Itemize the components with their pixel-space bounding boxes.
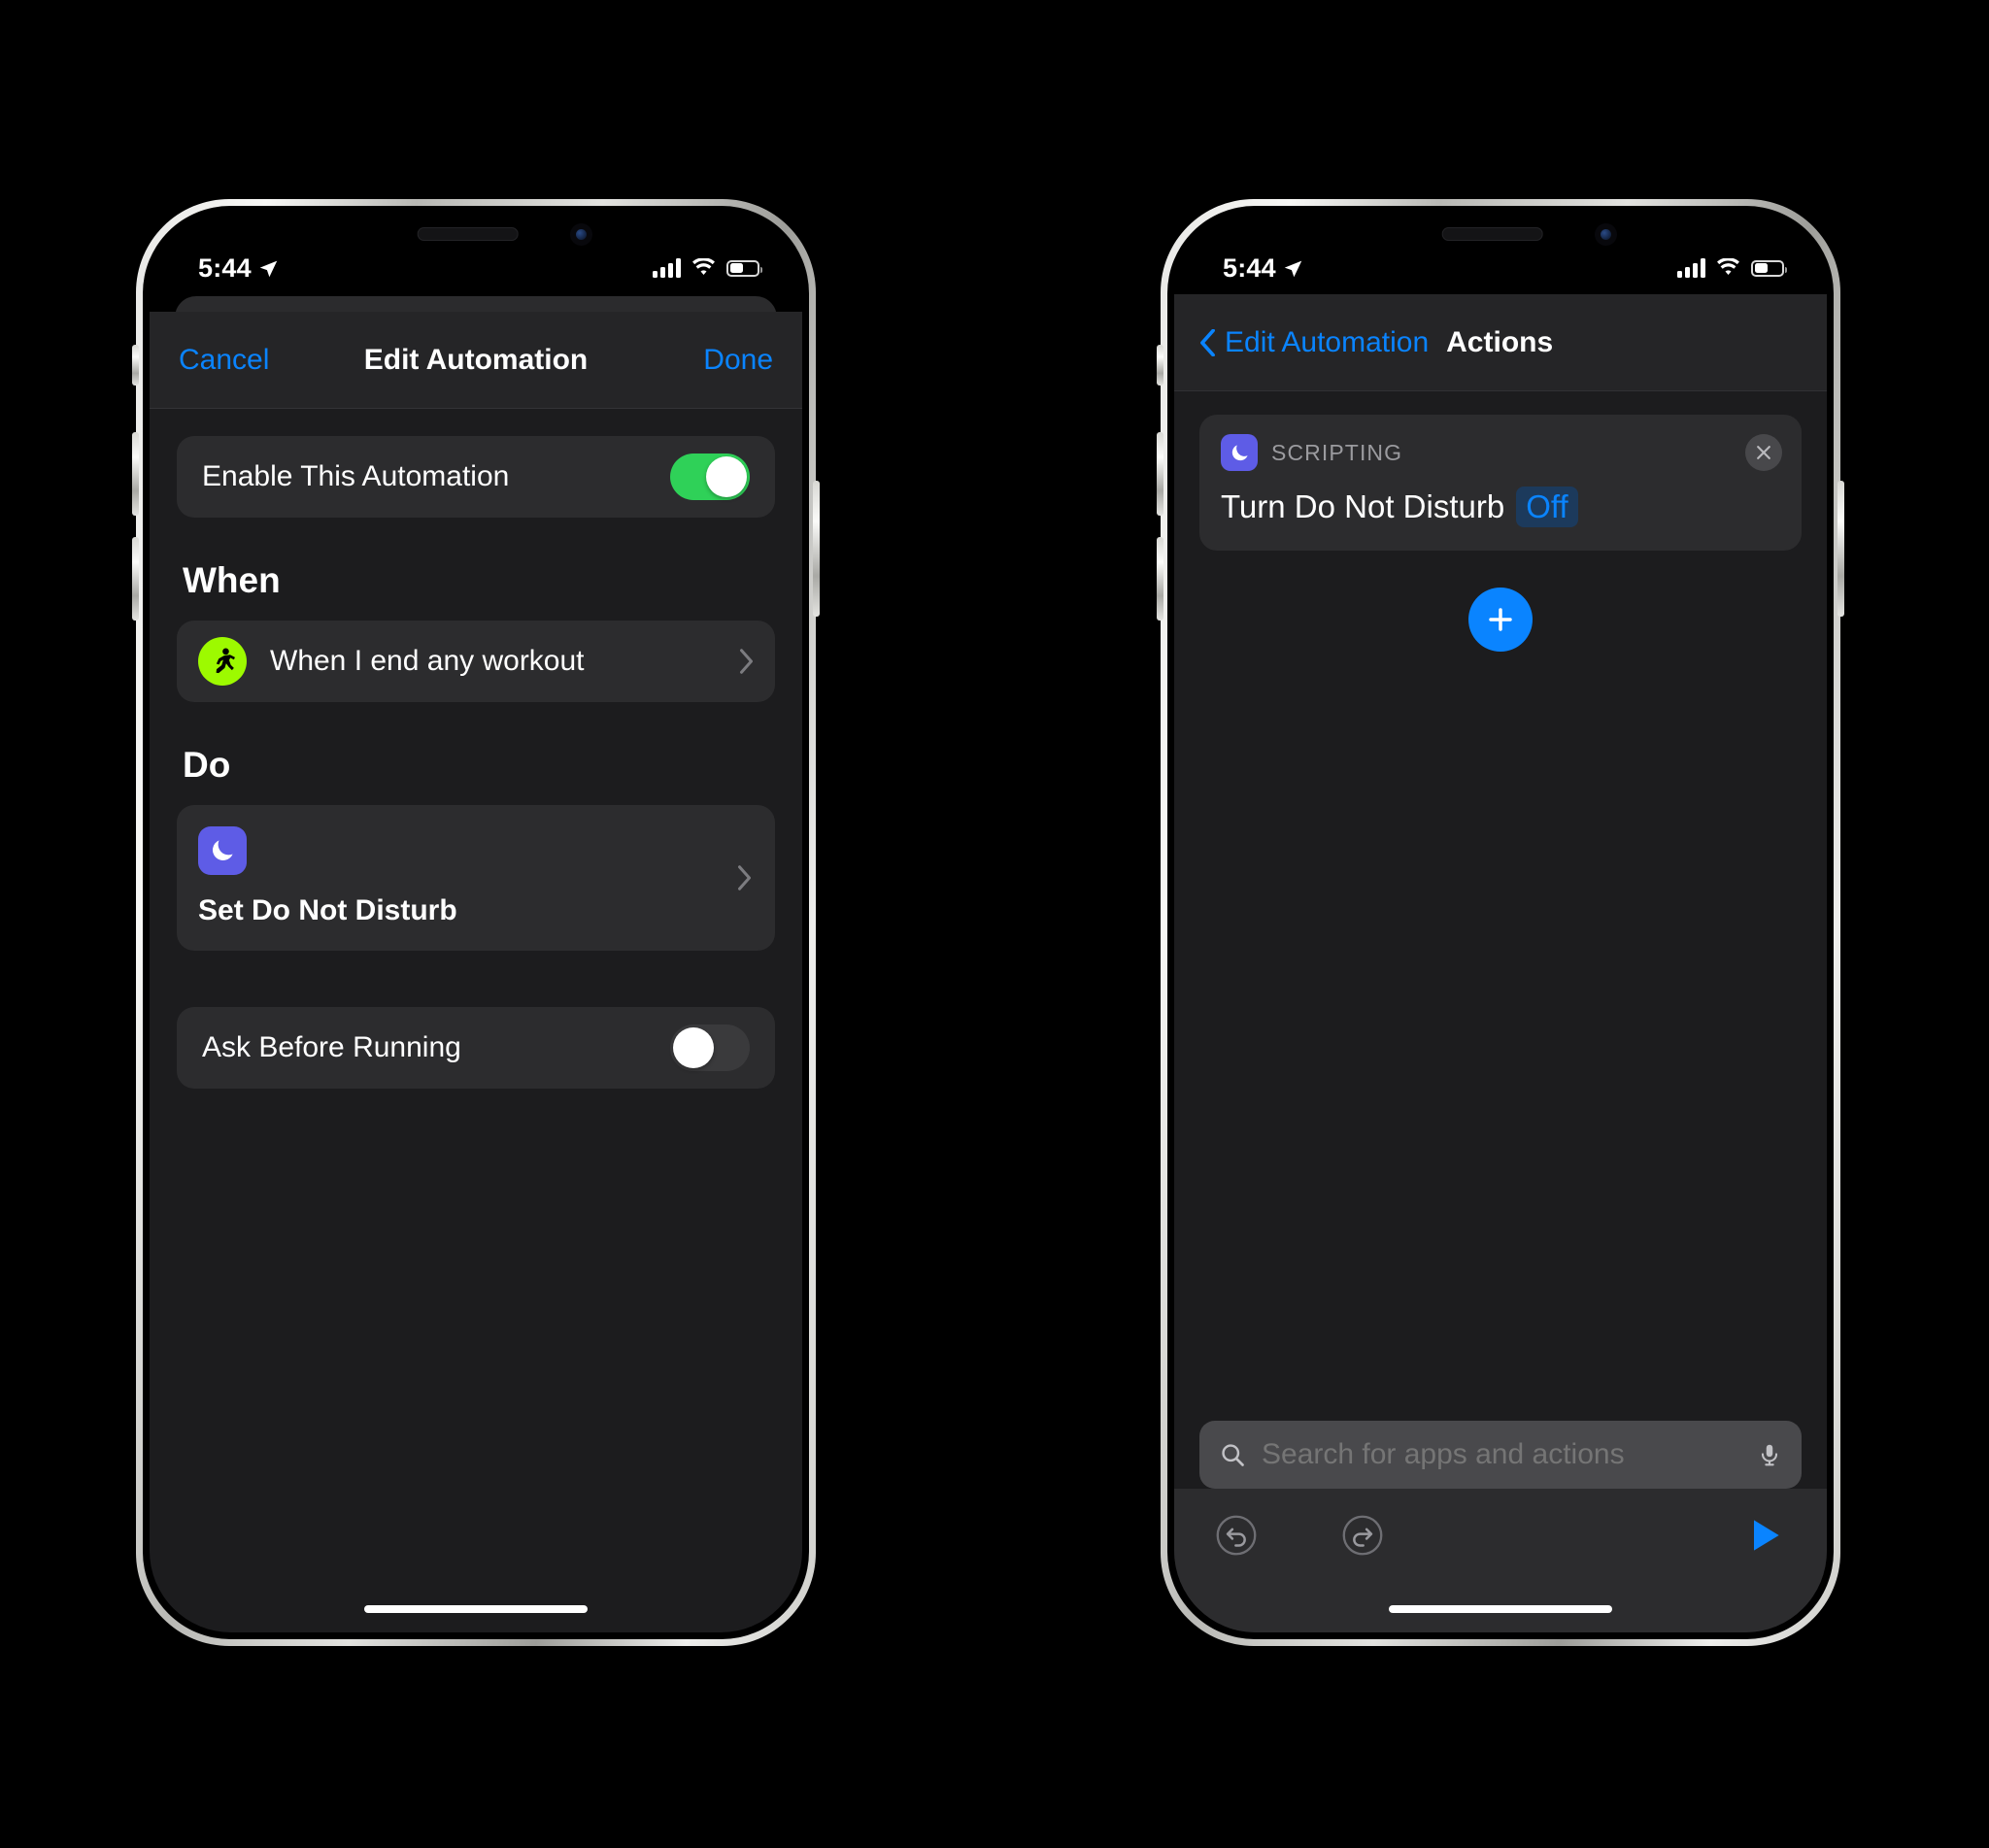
action-card-title: Turn Do Not Disturb [1221, 488, 1505, 524]
home-indicator[interactable] [364, 1605, 588, 1613]
device-bezel-right: 5:44 Edit Automation Actions SCRIPTING T… [1167, 206, 1834, 1639]
silence-switch[interactable] [1157, 345, 1163, 386]
redo-icon[interactable] [1341, 1514, 1384, 1557]
notch [330, 213, 622, 257]
status-bar-right-group [1677, 258, 1787, 278]
play-icon[interactable] [1743, 1514, 1786, 1557]
device-frame-left: 5:44 Cancel Edit Automation Done Enable … [132, 199, 820, 1646]
ask-before-running-row[interactable]: Ask Before Running [177, 1007, 775, 1089]
cancel-button[interactable]: Cancel [179, 344, 269, 377]
front-camera-icon [1595, 223, 1617, 246]
location-arrow-icon [259, 260, 278, 277]
location-arrow-icon [1284, 260, 1302, 277]
power-button[interactable] [1837, 481, 1844, 617]
when-trigger-label: When I end any workout [270, 645, 585, 677]
do-action-card[interactable]: Set Do Not Disturb [177, 805, 775, 951]
earpiece-speaker-icon [417, 227, 519, 241]
search-icon [1222, 1444, 1244, 1466]
battery-icon [726, 259, 762, 277]
device-frame-right: 5:44 Edit Automation Actions SCRIPTING T… [1157, 199, 1844, 1646]
action-parameter-token[interactable]: Off [1516, 487, 1578, 527]
actions-list: SCRIPTING Turn Do Not Disturb Off [1174, 391, 1827, 1632]
close-circle-icon[interactable] [1745, 434, 1782, 471]
status-bar-left-group: 5:44 [198, 253, 279, 284]
action-card-title-row: Turn Do Not Disturb Off [1221, 487, 1780, 527]
microphone-icon[interactable] [1757, 1442, 1782, 1467]
status-time: 5:44 [1223, 252, 1276, 283]
navigation-bar: Edit Automation Actions [1174, 294, 1827, 391]
search-bar[interactable] [1199, 1421, 1802, 1489]
device-bezel-left: 5:44 Cancel Edit Automation Done Enable … [143, 206, 809, 1639]
wifi-icon [692, 258, 715, 275]
chevron-right-icon [738, 865, 751, 890]
when-trigger-card: When I end any workout [177, 621, 775, 702]
status-time: 5:44 [198, 252, 252, 283]
notch [1355, 213, 1646, 257]
cellular-bars-icon [1677, 258, 1705, 278]
when-section-header: When [183, 560, 281, 600]
enable-automation-toggle[interactable] [670, 454, 750, 500]
volume-down-button[interactable] [132, 537, 139, 621]
undo-icon[interactable] [1215, 1514, 1258, 1557]
ask-before-running-card: Ask Before Running [177, 1007, 775, 1089]
add-action-button[interactable] [1468, 588, 1533, 652]
edit-automation-sheet: Cancel Edit Automation Done Enable This … [150, 312, 802, 1632]
power-button[interactable] [813, 481, 820, 617]
search-input[interactable] [1262, 1438, 1741, 1471]
enable-automation-card: Enable This Automation [177, 436, 775, 518]
do-section-header: Do [183, 745, 231, 785]
status-bar-right-group [653, 258, 762, 278]
search-container [1174, 1421, 1827, 1489]
back-button-label: Edit Automation [1225, 325, 1430, 358]
enable-automation-row[interactable]: Enable This Automation [177, 436, 775, 518]
screen-left: 5:44 Cancel Edit Automation Done Enable … [150, 213, 802, 1632]
front-camera-icon [570, 223, 592, 246]
silence-switch[interactable] [132, 345, 139, 386]
earpiece-speaker-icon [1441, 227, 1543, 241]
volume-up-button[interactable] [132, 432, 139, 516]
page-title: Actions [1446, 325, 1554, 358]
wifi-icon [1717, 258, 1739, 275]
back-button[interactable]: Edit Automation [1199, 326, 1429, 359]
ask-before-running-toggle[interactable] [670, 1025, 750, 1071]
cellular-bars-icon [653, 258, 681, 278]
when-trigger-row[interactable]: When I end any workout [177, 621, 775, 702]
chevron-left-icon [1200, 328, 1215, 356]
status-bar-left-group: 5:44 [1223, 253, 1303, 284]
volume-down-button[interactable] [1157, 537, 1163, 621]
edit-automation-content: Enable This Automation When When I end a… [150, 409, 802, 1632]
done-button[interactable]: Done [703, 344, 773, 377]
plus-icon [1489, 608, 1512, 631]
home-indicator[interactable] [1389, 1605, 1612, 1613]
do-action-title: Set Do Not Disturb [198, 894, 457, 926]
action-category-label: SCRIPTING [1271, 439, 1403, 465]
actions-page: Edit Automation Actions SCRIPTING Turn D… [1174, 294, 1827, 1632]
running-person-icon [198, 637, 247, 686]
moon-icon [1221, 434, 1258, 471]
action-card-set-dnd[interactable]: SCRIPTING Turn Do Not Disturb Off [1199, 415, 1802, 551]
navigation-bar: Cancel Edit Automation Done [150, 312, 802, 409]
moon-icon [198, 826, 247, 875]
ask-before-running-label: Ask Before Running [202, 1031, 461, 1063]
volume-up-button[interactable] [1157, 432, 1163, 516]
chevron-right-icon [740, 649, 753, 674]
enable-automation-label: Enable This Automation [202, 460, 510, 492]
screen-right: 5:44 Edit Automation Actions SCRIPTING T… [1174, 213, 1827, 1632]
battery-icon [1751, 259, 1787, 277]
screenshot-stage: 5:44 Cancel Edit Automation Done Enable … [0, 0, 1989, 1848]
action-card-header: SCRIPTING [1221, 434, 1780, 471]
